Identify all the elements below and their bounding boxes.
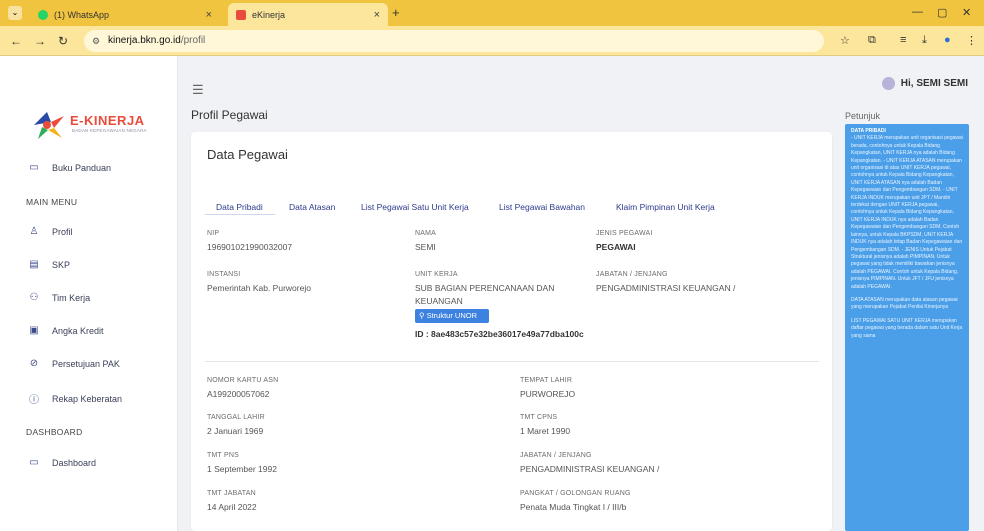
check-circle-icon: ⊘ <box>29 358 39 369</box>
pangkat-value: Penata Muda Tingkat I / III/b <box>520 502 627 512</box>
unit-kerja-line2: KEUANGAN <box>415 296 463 306</box>
tab-data-atasan[interactable]: Data Atasan <box>289 202 335 212</box>
unit-kerja-line1: SUB BAGIAN PERENCANAAN DAN <box>415 283 555 293</box>
ekinerja-logo-icon <box>34 112 64 139</box>
unit-kerja-label: UNIT KERJA <box>415 271 458 278</box>
instansi-label: INSTANSI <box>207 271 241 278</box>
address-bar: ← → ↻ ⚙ kinerja.bkn.go.id/profil ☆ ⧉ ≡ ⤓… <box>0 26 984 56</box>
bookmark-star-icon[interactable]: ☆ <box>840 34 850 47</box>
instansi-value: Pemerintah Kab. Purworejo <box>207 283 311 293</box>
ekinerja-favicon <box>236 9 246 20</box>
tmt-jabatan-label: TMT JABATAN <box>207 490 256 497</box>
tempat-lahir-value: PURWOREJO <box>520 389 576 399</box>
tab-list-pegawai-bawahan[interactable]: List Pegawai Bawahan <box>499 202 585 212</box>
extensions-icon[interactable]: ⧉ <box>868 34 876 47</box>
sidebar-item-skp[interactable]: ▤ SKP <box>26 259 70 270</box>
nip-label: NIP <box>207 230 220 237</box>
jabatan-value: PENGADMINISTRASI KEUANGAN / <box>596 283 736 293</box>
user-menu[interactable]: Hi, SEMI SEMI <box>881 77 968 90</box>
whatsapp-icon <box>38 9 48 20</box>
avatar <box>881 77 895 90</box>
jabatan-label: JABATAN / JENJANG <box>596 271 668 278</box>
tanggal-lahir-label: TANGGAL LAHIR <box>207 414 265 421</box>
document-icon: ▤ <box>29 259 39 270</box>
monitor-icon: ▭ <box>29 162 39 173</box>
forward-icon[interactable]: → <box>34 34 46 48</box>
tmt-pns-value: 1 September 1992 <box>207 464 277 474</box>
close-tab-icon[interactable]: × <box>374 9 380 21</box>
sidebar-item-buku-panduan[interactable]: ▭ Buku Panduan <box>26 162 111 173</box>
help-heading-data-pribadi: DATA PRIBADI <box>851 128 886 134</box>
hamburger-menu-icon[interactable]: ☰ <box>192 82 204 98</box>
back-icon[interactable]: ← <box>10 34 22 48</box>
tanggal-lahir-value: 2 Januari 1969 <box>207 426 264 436</box>
reload-icon[interactable]: ↻ <box>58 34 68 48</box>
jenis-label: JENIS PEGAWAI <box>596 230 653 237</box>
nip-value: 196901021990032007 <box>207 242 293 252</box>
jenis-value: PEGAWAI <box>596 242 636 252</box>
dashboard-heading: DASHBOARD <box>26 427 83 437</box>
app-logo[interactable]: E-KINERJA BADAN KEPEGAWAIAN NEGARA <box>30 108 160 142</box>
tab-klaim-pimpinan[interactable]: Klaim Pimpinan Unit Kerja <box>616 202 715 212</box>
nama-label: NAMA <box>415 230 437 237</box>
tab-list-pegawai-satu-unit[interactable]: List Pegawai Satu Unit Kerja <box>361 202 469 212</box>
minimize-icon[interactable]: — <box>912 6 923 18</box>
tab-data-pribadi[interactable]: Data Pribadi <box>216 202 263 212</box>
active-tab-indicator <box>205 214 275 215</box>
main-menu-heading: MAIN MENU <box>26 197 78 207</box>
new-tab-icon[interactable]: + <box>392 5 400 20</box>
jabatan-jenjang-label: JABATAN / JENJANG <box>520 452 592 459</box>
help-title: Petunjuk <box>845 111 881 121</box>
help-text-data-atasan: DATA ATASAN merupakan data atasan pegawa… <box>851 296 958 311</box>
tab-search-icon[interactable]: ⌄ <box>8 6 22 20</box>
close-tab-icon[interactable]: × <box>206 9 212 21</box>
sidebar-item-rekap-keberatan[interactable]: ⓘ Rekap Keberatan <box>26 391 122 407</box>
struktur-unor-button[interactable]: ⚲ Struktur UNOR <box>415 309 489 323</box>
file-icon: ▣ <box>29 325 39 336</box>
unit-id: ID : 8ae483c57e32be36017e49a77dba100c <box>415 329 584 339</box>
section-divider <box>205 361 819 362</box>
card-title: Data Pegawai <box>207 147 288 162</box>
search-icon: ⚲ <box>419 311 425 320</box>
sidebar-item-persetujuan-pak[interactable]: ⊘ Persetujuan PAK <box>26 358 120 369</box>
tmt-jabatan-value: 14 April 2022 <box>207 502 257 512</box>
sidebar: E-KINERJA BADAN KEPEGAWAIAN NEGARA ▭ Buk… <box>0 56 178 531</box>
url-input[interactable]: ⚙ kinerja.bkn.go.id/profil <box>84 30 824 52</box>
tmt-pns-label: TMT PNS <box>207 452 239 459</box>
jabatan-jenjang-value: PENGADMINISTRASI KEUANGAN / <box>520 464 660 474</box>
team-icon: ⚇ <box>29 292 39 303</box>
info-icon: ⓘ <box>29 395 39 406</box>
sidebar-item-tim-kerja[interactable]: ⚇ Tim Kerja <box>26 292 91 303</box>
site-info-icon[interactable]: ⚙ <box>92 30 100 52</box>
pangkat-label: PANGKAT / GOLONGAN RUANG <box>520 490 631 497</box>
tab-ekinerja[interactable]: eKinerja × <box>228 3 388 26</box>
page-title: Profil Pegawai <box>191 108 268 122</box>
tmt-cpns-value: 1 Maret 1990 <box>520 426 571 436</box>
help-panel[interactable]: DATA PRIBADI - UNIT KERJA merupakan unit… <box>845 124 969 531</box>
sidebar-item-profil[interactable]: ♙ Profil <box>26 226 73 237</box>
sidebar-item-angka-kredit[interactable]: ▣ Angka Kredit <box>26 325 103 336</box>
window-close-icon[interactable]: ✕ <box>962 6 971 19</box>
download-icon[interactable]: ⤓ <box>922 34 927 47</box>
sidebar-item-dashboard[interactable]: ▭ Dashboard <box>26 457 96 468</box>
browser-tabbar: ⌄ (1) WhatsApp × eKinerja × + — ▢ ✕ <box>0 0 984 26</box>
media-icon[interactable]: ≡ <box>900 34 906 46</box>
profile-icon[interactable]: ● <box>944 34 951 46</box>
tempat-lahir-label: TEMPAT LAHIR <box>520 377 573 384</box>
nama-value: SEMI <box>415 242 436 252</box>
tab-whatsapp[interactable]: (1) WhatsApp × <box>30 3 220 26</box>
menu-kebab-icon[interactable]: ⋮ <box>966 34 977 47</box>
help-text-list-pegawai: LIST PEGAWAI SATU UNIT KERJA merupakan d… <box>851 317 963 339</box>
help-text-data-pribadi: - UNIT KERJA merupakan unit organisasi p… <box>851 135 963 290</box>
person-icon: ♙ <box>29 226 39 237</box>
monitor-icon: ▭ <box>29 457 39 468</box>
kartu-asn-value: A199200057062 <box>207 389 270 399</box>
tmt-cpns-label: TMT CPNS <box>520 414 558 421</box>
maximize-icon[interactable]: ▢ <box>937 6 947 19</box>
kartu-asn-label: NOMOR KARTU ASN <box>207 377 279 384</box>
